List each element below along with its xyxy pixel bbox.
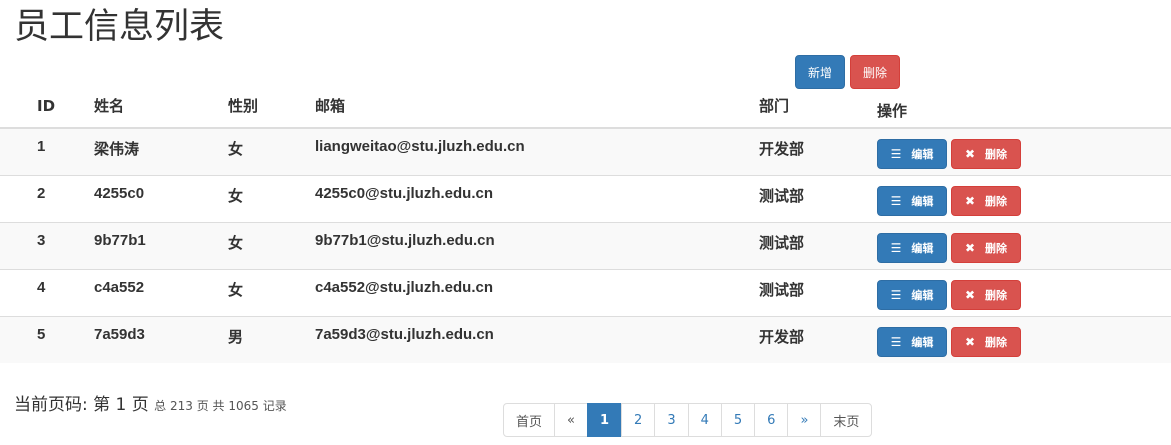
row-delete-button[interactable]: ✖ 删除 — [951, 279, 1021, 310]
cell-gender: 男 — [220, 315, 307, 363]
cell-dept: 开发部 — [751, 315, 869, 363]
cell-name: 7a59d3 — [86, 315, 220, 363]
cell-dept: 测试部 — [751, 268, 869, 316]
cell-email: liangweitao@stu.jluzh.edu.cn — [307, 128, 751, 175]
edit-button[interactable]: ☰ 编辑 — [877, 185, 947, 216]
edit-label: 编辑 — [911, 288, 934, 302]
table-row: 4 c4a552 女 c4a552@stu.jluzh.edu.cn 测试部 ☰… — [0, 268, 1171, 316]
cell-email: c4a552@stu.jluzh.edu.cn — [307, 268, 751, 316]
row-delete-button[interactable]: ✖ 删除 — [951, 185, 1021, 216]
cell-name: c4a552 — [86, 268, 220, 316]
page-prev-link[interactable]: « — [554, 403, 588, 437]
edit-label: 编辑 — [911, 335, 934, 349]
header-actions: 操作 — [869, 84, 1171, 129]
header-gender: 性别 — [220, 84, 307, 129]
cell-id: 3 — [0, 221, 86, 269]
page-info: 当前页码: 第 1 页 总 213 页 共 1065 记录 — [14, 390, 287, 415]
delete-label: 删除 — [985, 288, 1008, 302]
edit-button[interactable]: ☰ 编辑 — [877, 139, 947, 169]
close-icon: ✖ — [964, 193, 976, 208]
edit-button[interactable]: ☰ 编辑 — [877, 232, 947, 263]
table-header-row: ID 姓名 性别 邮箱 部门 操作 — [0, 84, 1171, 129]
header-dept: 部门 — [751, 84, 869, 129]
cell-dept: 开发部 — [751, 128, 869, 175]
cell-actions: ☰ 编辑 ✖ 删除 — [869, 268, 1171, 316]
cell-gender: 女 — [220, 174, 307, 222]
cell-name: 9b77b1 — [86, 221, 220, 269]
list-icon: ☰ — [890, 240, 902, 255]
cell-actions: ☰ 编辑 ✖ 删除 — [869, 221, 1171, 269]
page-last-link[interactable]: 末页 — [820, 403, 873, 437]
header-id: ID — [0, 84, 86, 129]
page-link-6[interactable]: 6 — [754, 403, 789, 437]
close-icon: ✖ — [964, 287, 976, 302]
pagination: 首页 « 1 2 3 4 5 6 » 末页 — [503, 403, 873, 437]
page-link-2[interactable]: 2 — [621, 403, 656, 437]
row-delete-button[interactable]: ✖ 删除 — [951, 232, 1021, 263]
cell-email: 7a59d3@stu.jluzh.edu.cn — [307, 315, 751, 363]
edit-button[interactable]: ☰ 编辑 — [877, 279, 947, 310]
cell-dept: 测试部 — [751, 174, 869, 222]
header-name: 姓名 — [86, 84, 220, 129]
delete-label: 删除 — [985, 241, 1008, 255]
cell-dept: 测试部 — [751, 221, 869, 269]
current-page-text: 当前页码: 第 1 页 — [14, 395, 149, 415]
edit-label: 编辑 — [911, 241, 934, 255]
list-icon: ☰ — [890, 334, 902, 349]
table-row: 5 7a59d3 男 7a59d3@stu.jluzh.edu.cn 开发部 ☰… — [0, 315, 1171, 363]
cell-email: 9b77b1@stu.jluzh.edu.cn — [307, 221, 751, 269]
close-icon: ✖ — [964, 334, 976, 349]
delete-label: 删除 — [985, 194, 1008, 208]
employee-table: ID 姓名 性别 邮箱 部门 操作 1 梁伟涛 女 liangweitao@st… — [0, 84, 1171, 363]
cell-gender: 女 — [220, 128, 307, 175]
delete-label: 删除 — [985, 335, 1008, 349]
cell-email: 4255c0@stu.jluzh.edu.cn — [307, 174, 751, 222]
page-first-link[interactable]: 首页 — [503, 403, 556, 437]
table-row: 3 9b77b1 女 9b77b1@stu.jluzh.edu.cn 测试部 ☰… — [0, 221, 1171, 269]
cell-id: 1 — [0, 128, 86, 175]
page-next-link[interactable]: » — [787, 403, 822, 437]
page-title: 员工信息列表 — [14, 7, 225, 47]
cell-actions: ☰ 编辑 ✖ 删除 — [869, 128, 1171, 175]
page-link-4[interactable]: 4 — [687, 403, 722, 437]
page-summary: 总 213 页 共 1065 记录 — [154, 399, 287, 413]
cell-actions: ☰ 编辑 ✖ 删除 — [869, 174, 1171, 222]
header-email: 邮箱 — [307, 84, 751, 129]
cell-gender: 女 — [220, 268, 307, 316]
cell-id: 5 — [0, 315, 86, 363]
table-row: 1 梁伟涛 女 liangweitao@stu.jluzh.edu.cn 开发部… — [0, 128, 1171, 175]
page-link-1[interactable]: 1 — [586, 403, 623, 437]
row-delete-button[interactable]: ✖ 删除 — [951, 139, 1021, 169]
edit-label: 编辑 — [911, 148, 934, 161]
list-icon: ☰ — [890, 287, 902, 302]
page-link-3[interactable]: 3 — [654, 403, 689, 437]
edit-label: 编辑 — [911, 194, 934, 208]
delete-label: 删除 — [985, 148, 1008, 161]
table-row: 2 4255c0 女 4255c0@stu.jluzh.edu.cn 测试部 ☰… — [0, 174, 1171, 222]
edit-button[interactable]: ☰ 编辑 — [877, 326, 947, 357]
cell-id: 4 — [0, 268, 86, 316]
row-delete-button[interactable]: ✖ 删除 — [951, 326, 1021, 357]
cell-name: 梁伟涛 — [86, 128, 220, 175]
close-icon: ✖ — [964, 240, 976, 255]
cell-name: 4255c0 — [86, 174, 220, 222]
cell-actions: ☰ 编辑 ✖ 删除 — [869, 315, 1171, 363]
list-icon: ☰ — [890, 147, 902, 161]
list-icon: ☰ — [890, 193, 902, 208]
cell-gender: 女 — [220, 221, 307, 269]
page-link-5[interactable]: 5 — [720, 403, 756, 437]
cell-id: 2 — [0, 174, 86, 222]
close-icon: ✖ — [964, 147, 976, 161]
